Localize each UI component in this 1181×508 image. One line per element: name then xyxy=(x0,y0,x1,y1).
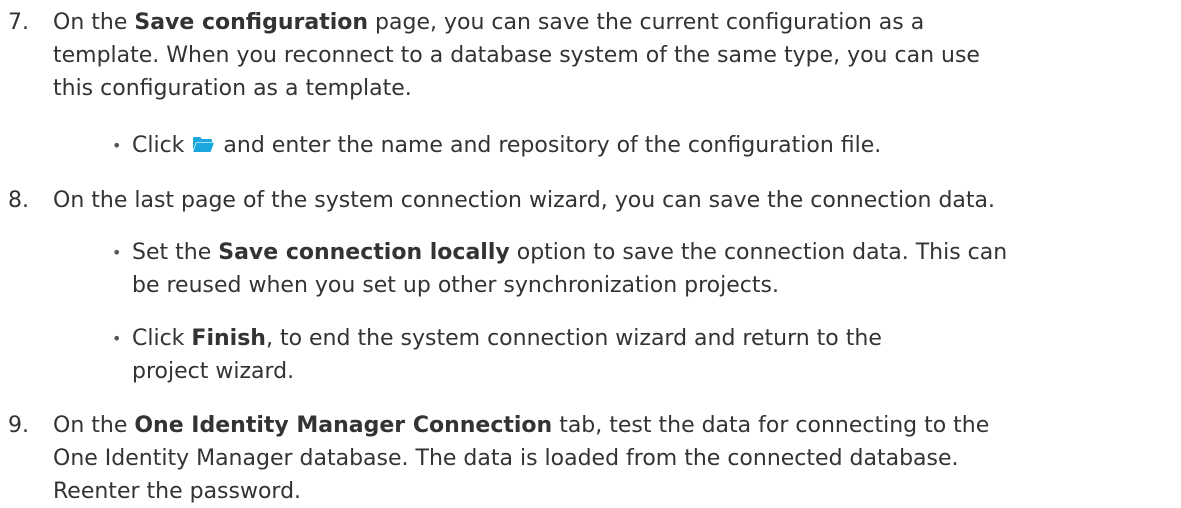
step-line: template. When you reconnect to a databa… xyxy=(53,43,980,68)
text-segment: Click xyxy=(132,326,192,351)
step-line: this configuration as a template. xyxy=(53,76,412,101)
list-item-line: be reused when you set up other synchron… xyxy=(132,273,779,298)
text-segment: Click xyxy=(132,133,192,158)
text-segment: and enter the name and repository of the… xyxy=(216,133,882,158)
list-item-text: Click Finish, to end the system connecti… xyxy=(132,322,1177,388)
text-segment: On the xyxy=(53,413,135,438)
step-text: On the last page of the system connectio… xyxy=(53,184,1175,217)
list-item-text: Click and enter the name and repository … xyxy=(132,129,1177,162)
bullet-icon: • xyxy=(112,136,122,155)
folder-open-icon xyxy=(193,137,215,152)
step-line: On the Save configuration page, you can … xyxy=(53,6,1175,39)
step-text: On the One Identity Manager Connection t… xyxy=(53,409,1175,508)
list-item-line: project wizard. xyxy=(132,359,295,384)
ui-term: Save connection locally xyxy=(218,240,510,265)
step-line: On the One Identity Manager Connection t… xyxy=(53,409,1175,442)
list-item-text: Set the Save connection locally option t… xyxy=(132,236,1177,302)
ui-term: Save configuration xyxy=(134,10,369,35)
text-segment: On the xyxy=(53,10,135,35)
ui-term: One Identity Manager Connection xyxy=(134,413,553,438)
step-line: Reenter the password. xyxy=(53,479,302,504)
step-line: On the last page of the system connectio… xyxy=(53,188,996,213)
bullet-icon: • xyxy=(112,329,122,348)
list-item-line: Set the Save connection locally option t… xyxy=(132,236,1177,269)
text-segment: tab, test the data for connecting to the xyxy=(552,413,990,438)
step-number: 9. xyxy=(8,413,29,438)
step-text: On the Save configuration page, you can … xyxy=(53,6,1175,105)
step-number: 8. xyxy=(8,188,29,213)
ui-term: Finish xyxy=(191,326,266,351)
text-segment: Set the xyxy=(132,240,219,265)
document-body: 7. On the Save configuration page, you c… xyxy=(0,0,1181,504)
text-segment: option to save the connection data. This… xyxy=(509,240,1008,265)
list-item-line: Click Finish, to end the system connecti… xyxy=(132,322,1177,355)
step-number: 7. xyxy=(8,10,29,35)
step-line: One Identity Manager database. The data … xyxy=(53,446,959,471)
bullet-icon: • xyxy=(112,243,122,262)
text-segment: , to end the system connection wizard an… xyxy=(265,326,882,351)
text-segment: page, you can save the current configura… xyxy=(368,10,925,35)
